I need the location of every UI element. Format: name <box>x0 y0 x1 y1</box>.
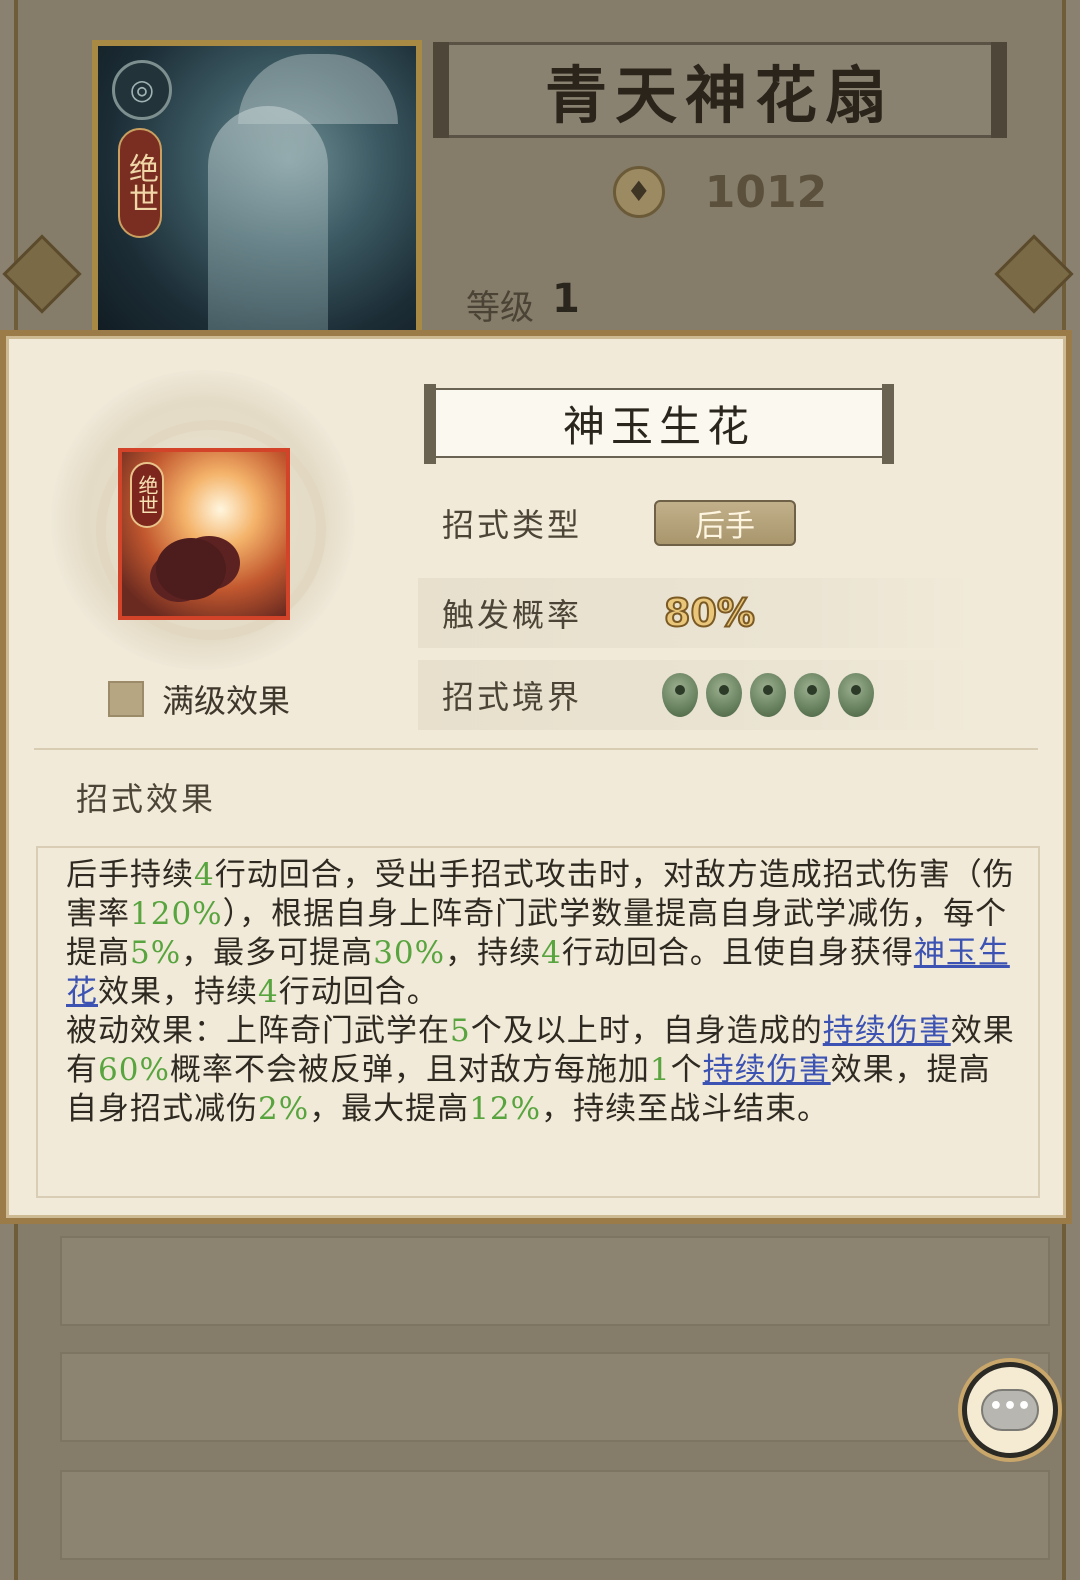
level-value: 1 <box>552 276 580 322</box>
max-level-label: 满级效果 <box>162 682 291 720</box>
skill-type-value: 后手 <box>695 509 755 544</box>
skill-type-row: 招式类型 后手 <box>418 488 980 558</box>
realm-jade-icon <box>662 673 698 717</box>
power-icon: ♦ <box>612 166 665 218</box>
description-text: 效果，持续 <box>98 974 258 1010</box>
weapon-portrait: ◎ 绝世 <box>92 40 422 340</box>
skill-name: 神玉生花 <box>562 401 755 451</box>
skill-title-frame: 神玉生花 <box>424 384 894 464</box>
skill-realm-label: 招式境界 <box>442 678 583 716</box>
rank-badge: 绝世 <box>118 128 162 238</box>
max-level-toggle[interactable]: 满级效果 <box>108 676 290 722</box>
description-text: ，最多可提高 <box>181 935 374 971</box>
highlight-value: 2% <box>258 1091 310 1127</box>
realm-jade-icon <box>750 673 786 717</box>
skill-rank-badge: 绝世 <box>130 462 164 528</box>
chat-bubble-icon: ••• <box>981 1389 1039 1431</box>
description-text: 被动效果：上阵奇门武学在 <box>66 1013 450 1049</box>
power-display: ♦ 1012 <box>520 150 920 234</box>
description-text: 个及以上时，自身造成的 <box>470 1013 823 1049</box>
realm-jade-icon <box>838 673 874 717</box>
description-text: 概率不会被反弹，且对敌方每施加 <box>169 1052 650 1088</box>
highlight-value: 120% <box>130 896 223 932</box>
rank-badge-text: 绝世 <box>123 153 158 213</box>
skill-realm-row: 招式境界 <box>418 660 980 730</box>
description-paragraph-active: 后手持续4行动回合，受出手招式攻击时，对敌方造成招式伤害（伤害率120%），根据… <box>66 856 1016 1012</box>
description-text: ，最大提高 <box>309 1091 470 1127</box>
highlight-value: 4 <box>194 857 215 893</box>
effects-heading: 招式效果 <box>76 780 217 818</box>
trigger-rate-label: 触发概率 <box>442 596 583 634</box>
divider <box>34 748 1038 750</box>
description-paragraph-passive: 被动效果：上阵奇门武学在5个及以上时，自身造成的持续伤害效果有60%概率不会被反… <box>66 1012 1016 1129</box>
max-level-checkbox[interactable] <box>108 681 144 717</box>
background-row <box>60 1470 1050 1560</box>
skill-icon: 绝世 <box>118 448 290 620</box>
skill-type-badge: 后手 <box>654 500 796 546</box>
realm-jade-icon <box>794 673 830 717</box>
background-row <box>60 1352 1050 1442</box>
highlight-value: 4 <box>541 935 562 971</box>
highlight-value: 4 <box>258 974 279 1010</box>
description-text: 行动回合。 <box>278 974 439 1010</box>
highlight-value: 30% <box>373 935 446 971</box>
weapon-title: 青天神花扇 <box>544 59 895 132</box>
highlight-value: 60% <box>98 1052 170 1088</box>
skill-description: 后手持续4行动回合，受出手招式攻击时，对敌方造成招式伤害（伤害率120%），根据… <box>66 856 1016 1129</box>
description-text: ，持续至战斗结束。 <box>541 1091 830 1127</box>
background-row <box>60 1236 1050 1326</box>
description-text: 后手持续 <box>66 857 194 893</box>
highlight-value: 12% <box>469 1091 542 1127</box>
keyword-link[interactable]: 持续伤害 <box>703 1052 831 1088</box>
character-illustration <box>208 106 328 334</box>
skill-type-label: 招式类型 <box>442 506 583 544</box>
realm-jade-icon <box>706 673 742 717</box>
level-label: 等级 <box>466 288 534 328</box>
power-value: 1012 <box>704 166 828 218</box>
skill-rank-text: 绝世 <box>135 475 159 515</box>
realm-star-list <box>662 673 874 717</box>
highlight-value: 5% <box>130 935 182 971</box>
keyword-link[interactable]: 持续伤害 <box>823 1013 951 1049</box>
highlight-value: 5 <box>450 1013 471 1049</box>
description-text: ，持续 <box>445 935 542 971</box>
highlight-value: 1 <box>649 1052 671 1088</box>
trigger-rate-row: 触发概率 80% <box>418 578 980 648</box>
flower-icon <box>156 538 226 600</box>
trigger-rate-value: 80% <box>663 590 756 636</box>
weapon-title-frame: 青天神花扇 <box>433 42 1007 138</box>
description-text: 个 <box>670 1052 703 1088</box>
fan-emblem-icon: ◎ <box>112 60 172 120</box>
chat-button[interactable]: ••• <box>962 1362 1058 1458</box>
description-text: 行动回合。且使自身获得 <box>561 935 914 971</box>
